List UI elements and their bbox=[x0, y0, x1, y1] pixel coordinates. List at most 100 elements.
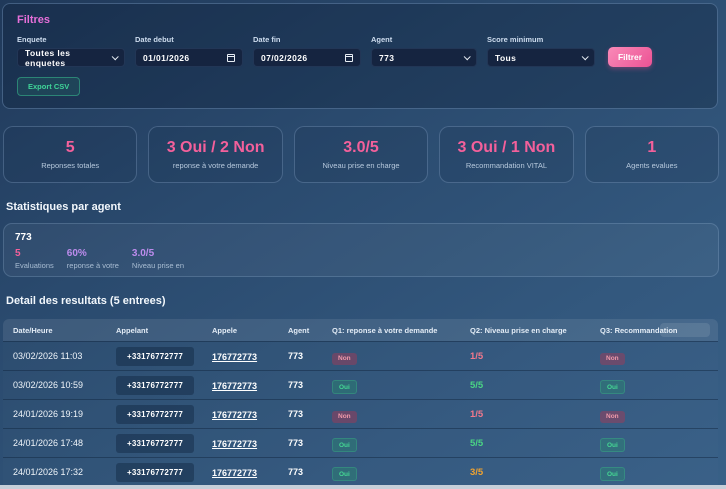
card-value: 3 Oui / 1 Non bbox=[457, 139, 556, 156]
filters-panel: Filtres Enquete Toutes les enquetes Date… bbox=[2, 3, 718, 109]
bottom-edge-strip bbox=[0, 485, 726, 489]
callee-link[interactable]: 176772773 bbox=[212, 352, 257, 362]
column-header-date: Date/Heure bbox=[13, 325, 53, 335]
score-minimum-select-value: Tous bbox=[495, 52, 517, 63]
q3-badge: Non bbox=[600, 410, 625, 423]
caller-number: +33176772777 bbox=[116, 346, 194, 366]
callee-link[interactable]: 176772773 bbox=[212, 439, 257, 449]
agent-id: 773 bbox=[15, 232, 32, 243]
q1-badge: Oui bbox=[332, 438, 357, 453]
q1-badge: Non bbox=[332, 352, 357, 365]
card-label: Agents evalues bbox=[626, 161, 678, 170]
table-row: 03/02/2026 10:59 +33176772777 176772773 773… bbox=[3, 370, 718, 399]
result-agent: 773 bbox=[288, 438, 304, 448]
q1-badge: Non bbox=[332, 410, 357, 423]
score-minimum-select[interactable]: Tous bbox=[487, 48, 595, 67]
table-row: 24/01/2026 19:19 +33176772777 176772773 773… bbox=[3, 399, 718, 428]
card-label: Reponses totales bbox=[41, 161, 100, 170]
filters-fields-row: Enquete Toutes les enquetes Date debut 0… bbox=[17, 35, 703, 68]
callee-link[interactable]: 176772773 bbox=[212, 381, 257, 391]
calendar-icon[interactable] bbox=[345, 53, 353, 62]
caller-cell: +33176772777 bbox=[116, 346, 212, 366]
card-label: Niveau prise en charge bbox=[322, 161, 400, 170]
card-recommandation-vital: 3 Oui / 1 Non Recommandation VITAL bbox=[439, 126, 574, 183]
q1-cell: Oui bbox=[332, 376, 470, 395]
caller-number: +33176772777 bbox=[116, 433, 194, 453]
card-value: 5 bbox=[65, 139, 75, 156]
q1-cell: Oui bbox=[332, 463, 470, 482]
agent-stat-reponse: 60% reponse à votre bbox=[67, 248, 119, 270]
chevron-down-icon bbox=[463, 53, 471, 61]
q1-cell: Non bbox=[332, 405, 470, 423]
dashboard-page: Filtres Enquete Toutes les enquetes Date… bbox=[0, 0, 726, 489]
agent-stats-row: 5 Evaluations 60% reponse à votre 3.0/5 … bbox=[15, 248, 707, 270]
enquete-select[interactable]: Toutes les enquetes bbox=[17, 48, 125, 68]
field-enquete-label: Enquete bbox=[17, 35, 47, 44]
card-reponse-demande: 3 Oui / 2 Non reponse à votre demande bbox=[148, 126, 283, 183]
date-debut-input[interactable]: 01/01/2026 bbox=[135, 48, 243, 67]
q3-badge: Non bbox=[600, 352, 625, 365]
field-agent: Agent 773 bbox=[371, 35, 477, 67]
agent-stat-value: 60% bbox=[66, 248, 87, 259]
caller-number: +33176772777 bbox=[116, 375, 194, 395]
callee-link[interactable]: 176772773 bbox=[212, 468, 257, 478]
q3-cell: Non bbox=[600, 347, 718, 365]
q2-score: 1/5 bbox=[470, 350, 484, 362]
agent-select[interactable]: 773 bbox=[371, 48, 477, 67]
callee-link[interactable]: 176772773 bbox=[212, 410, 257, 420]
result-datetime: 24/01/2026 19:19 bbox=[13, 409, 84, 419]
agent-select-value: 773 bbox=[379, 52, 395, 63]
table-row: 24/01/2026 17:48 +33176772777 176772773 773… bbox=[3, 428, 718, 457]
calendar-icon[interactable] bbox=[227, 53, 235, 62]
q1-badge: Oui bbox=[332, 380, 357, 395]
card-niveau-prise-en-charge: 3.0/5 Niveau prise en charge bbox=[293, 126, 429, 183]
date-debut-value: 01/01/2026 bbox=[143, 52, 190, 63]
card-agents-evalues: 1 Agents evalues bbox=[584, 126, 720, 183]
q2-score: 1/5 bbox=[470, 408, 484, 420]
results-table-header: Date/Heure Appelant Appele Agent Q1: rep… bbox=[3, 319, 718, 341]
field-score-minimum: Score minimum Tous bbox=[487, 35, 595, 67]
caller-number: +33176772777 bbox=[116, 462, 194, 482]
result-agent: 773 bbox=[288, 467, 304, 477]
q2-score: 3/5 bbox=[470, 466, 484, 478]
callee-cell: 176772773 bbox=[212, 434, 288, 452]
q3-cell: Oui bbox=[600, 434, 718, 453]
column-header-agent: Agent bbox=[288, 325, 310, 335]
column-header-q2: Q2: Niveau prise en charge bbox=[470, 325, 567, 335]
q1-cell: Non bbox=[332, 347, 470, 365]
callee-cell: 176772773 bbox=[212, 463, 288, 481]
column-header-appele: Appele bbox=[212, 325, 238, 335]
q3-badge: Oui bbox=[600, 380, 625, 395]
agent-stat-label: Niveau prise en bbox=[131, 261, 185, 270]
results-table-body: 03/02/2026 11:03 +33176772777 176772773 773… bbox=[3, 341, 718, 486]
result-datetime: 24/01/2026 17:32 bbox=[13, 467, 84, 477]
result-datetime: 03/02/2026 11:03 bbox=[13, 351, 83, 361]
q3-cell: Non bbox=[600, 405, 718, 423]
q1-badge: Oui bbox=[332, 467, 357, 482]
filtrer-button[interactable]: Filtrer bbox=[608, 47, 652, 67]
field-date-fin-label: Date fin bbox=[253, 35, 281, 44]
card-value: 3 Oui / 2 Non bbox=[166, 139, 265, 156]
result-agent: 773 bbox=[288, 409, 304, 419]
field-score-minimum-label: Score minimum bbox=[487, 35, 544, 44]
date-fin-value: 07/02/2026 bbox=[261, 52, 308, 63]
callee-cell: 176772773 bbox=[212, 405, 288, 423]
chevron-down-icon bbox=[111, 53, 119, 61]
results-table: Date/Heure Appelant Appele Agent Q1: rep… bbox=[3, 319, 718, 486]
field-date-debut: Date debut 01/01/2026 bbox=[135, 35, 243, 67]
field-date-fin: Date fin 07/02/2026 bbox=[253, 35, 361, 67]
callee-cell: 176772773 bbox=[212, 376, 288, 394]
agent-stat-label: Evaluations bbox=[15, 261, 54, 270]
q2-score: 5/5 bbox=[470, 379, 484, 391]
column-header-q1: Q1: reponse à votre demande bbox=[332, 325, 438, 335]
card-value: 1 bbox=[647, 139, 657, 156]
results-title: Detail des resultats (5 entrees) bbox=[6, 295, 166, 307]
q1-cell: Oui bbox=[332, 434, 470, 453]
q3-cell: Oui bbox=[600, 463, 718, 482]
agent-stats-title: Statistiques par agent bbox=[6, 201, 121, 213]
q2-score: 5/5 bbox=[470, 437, 484, 449]
export-csv-button[interactable]: Export CSV bbox=[17, 77, 81, 96]
caller-cell: +33176772777 bbox=[116, 375, 212, 395]
date-fin-input[interactable]: 07/02/2026 bbox=[253, 48, 361, 67]
filters-title: Filtres bbox=[17, 14, 51, 26]
